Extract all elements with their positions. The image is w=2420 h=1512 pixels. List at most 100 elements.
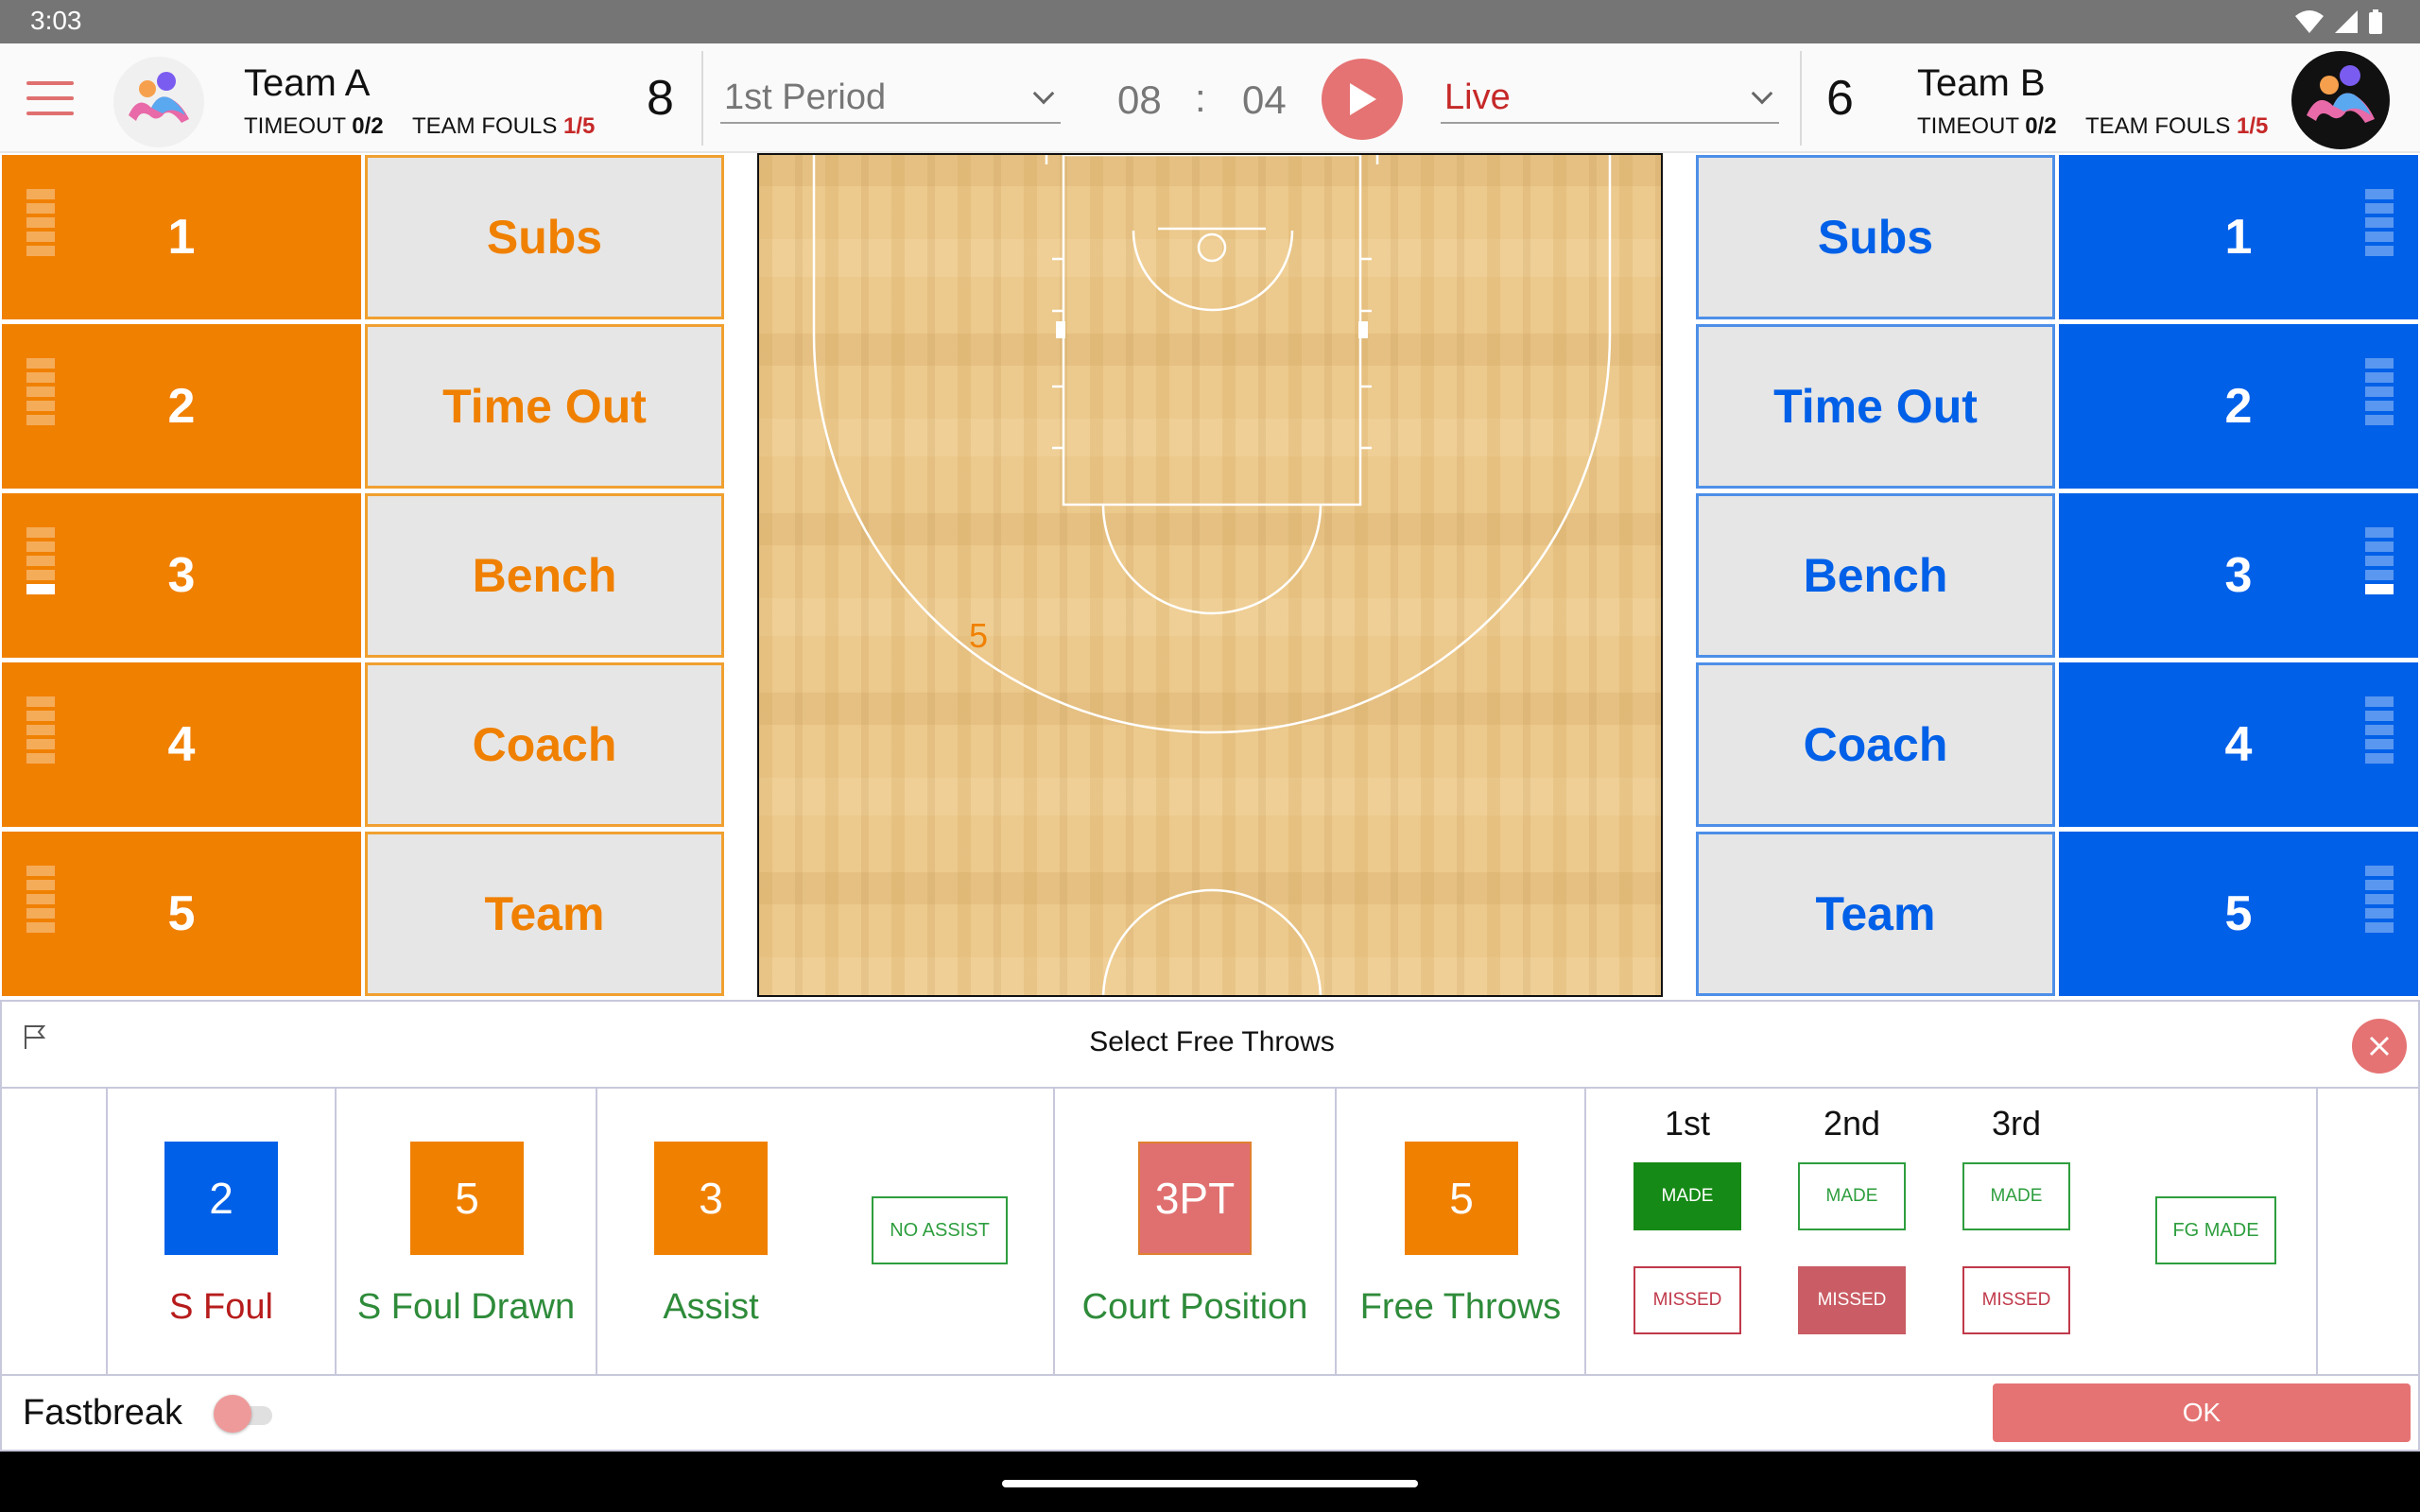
wifi-icon	[2295, 10, 2324, 33]
team-a-player-2[interactable]: 2	[0, 322, 363, 490]
fg-made-button[interactable]: FG MADE	[2155, 1196, 2276, 1264]
team-a-score: 8	[647, 71, 674, 126]
s-foul-drawn-player[interactable]: 5	[410, 1142, 524, 1255]
ft-header-3rd: 3rd	[1991, 1104, 2042, 1143]
scoreboard-header: Team A TIMEOUT 0/2 TEAM FOULS 1/5 8 1st …	[0, 43, 2420, 153]
court-player-marker[interactable]: 5	[969, 616, 988, 656]
foul-indicator	[26, 189, 55, 256]
fouls-label: TEAM FOULS	[2085, 113, 2231, 139]
ft3-made-button[interactable]: MADE	[1962, 1162, 2070, 1230]
team-a-timeout-button[interactable]: Time Out	[365, 324, 724, 489]
team-b-player-4[interactable]: 4	[2057, 661, 2420, 829]
s-foul-drawn-label: S Foul Drawn	[356, 1287, 576, 1327]
team-b-bench-button[interactable]: Bench	[1696, 493, 2055, 658]
s-foul-player[interactable]: 2	[164, 1142, 278, 1255]
divider	[335, 1089, 337, 1374]
s-foul-label: S Foul	[169, 1287, 273, 1327]
ft2-made-button[interactable]: MADE	[1798, 1162, 1906, 1230]
player-number: 4	[2224, 717, 2253, 772]
free-throws-label: Free Throws	[1359, 1287, 1562, 1327]
free-throws-player[interactable]: 5	[1405, 1142, 1518, 1255]
assist-player[interactable]: 3	[654, 1142, 768, 1255]
fouls-value: 1/5	[2237, 113, 2269, 139]
navigation-bar	[0, 1452, 2420, 1512]
status-bar: 3:03	[0, 0, 2420, 43]
clock-minutes[interactable]: 08	[1117, 77, 1162, 123]
team-a-team-button[interactable]: Team	[365, 832, 724, 996]
battery-icon	[2369, 9, 2382, 34]
fastbreak-toggle[interactable]	[214, 1395, 276, 1433]
team-a-name: Team A	[244, 62, 371, 104]
ft3-missed-button[interactable]: MISSED	[1962, 1266, 2070, 1334]
free-throw-panel: Select Free Throws 2 S Foul 5 S Foul Dra…	[0, 1000, 2420, 1452]
ft2-missed-button[interactable]: MISSED	[1798, 1266, 1906, 1334]
ok-button[interactable]: OK	[1993, 1383, 2411, 1442]
divider	[701, 51, 703, 146]
player-number: 4	[167, 717, 196, 772]
court-position-value[interactable]: 3PT	[1138, 1142, 1252, 1255]
play-button[interactable]	[1322, 59, 1403, 140]
ft-header-1st: 1st	[1664, 1104, 1711, 1143]
team-b-logo	[2291, 51, 2390, 149]
clock-seconds[interactable]: 04	[1242, 77, 1287, 123]
team-b-player-1[interactable]: 1	[2057, 153, 2420, 321]
player-number: 3	[167, 548, 196, 603]
period-value: 1st Period	[724, 77, 887, 117]
team-a-fouls: TEAM FOULS 1/5	[412, 113, 595, 140]
timeout-value: 0/2	[352, 113, 384, 139]
menu-icon[interactable]	[26, 81, 74, 115]
ft1-missed-button[interactable]: MISSED	[1634, 1266, 1741, 1334]
player-number: 3	[2224, 548, 2253, 603]
foul-indicator	[26, 696, 55, 764]
clock-separator: :	[1195, 76, 1206, 120]
team-a-timeouts: TIMEOUT 0/2	[244, 113, 384, 140]
mode-value: Live	[1444, 77, 1511, 117]
team-b-player-2[interactable]: 2	[2057, 322, 2420, 490]
foul-indicator	[26, 358, 55, 425]
team-a-player-3[interactable]: 3	[0, 491, 363, 660]
mode-select[interactable]: Live	[1441, 77, 1779, 124]
foul-indicator	[2365, 696, 2394, 764]
player-number: 5	[2224, 886, 2253, 941]
team-a-bench-button[interactable]: Bench	[365, 493, 724, 658]
ft1-made-button[interactable]: MADE	[1634, 1162, 1741, 1230]
team-a-logo	[113, 57, 204, 147]
divider	[1800, 51, 1802, 146]
foul-indicator	[2365, 866, 2394, 933]
team-b-fouls: TEAM FOULS 1/5	[2085, 113, 2268, 140]
chevron-down-icon	[1032, 82, 1055, 104]
foul-indicator	[2365, 358, 2394, 425]
divider	[596, 1089, 597, 1374]
divider	[2316, 1089, 2318, 1374]
team-a-player-5[interactable]: 5	[0, 830, 363, 998]
foul-indicator	[26, 527, 55, 594]
team-a-player-4[interactable]: 4	[0, 661, 363, 829]
timeout-label: TIMEOUT	[1917, 113, 2019, 139]
no-assist-button[interactable]: NO ASSIST	[872, 1196, 1008, 1264]
fouls-label: TEAM FOULS	[412, 113, 558, 139]
close-button[interactable]	[2352, 1019, 2407, 1074]
timeout-value: 0/2	[2025, 113, 2057, 139]
team-b-team-button[interactable]: Team	[1696, 832, 2055, 996]
foul-indicator	[2365, 527, 2394, 594]
chevron-down-icon	[1751, 82, 1773, 104]
team-b-coach-button[interactable]: Coach	[1696, 662, 2055, 827]
team-a-subs-button[interactable]: Subs	[365, 155, 724, 319]
divider	[1584, 1089, 1586, 1374]
divider	[1053, 1089, 1055, 1374]
team-b-timeout-button[interactable]: Time Out	[1696, 324, 2055, 489]
team-b-subs-button[interactable]: Subs	[1696, 155, 2055, 319]
panel-title: Select Free Throws	[1089, 1026, 1335, 1057]
free-throw-slots: 2 S Foul 5 S Foul Drawn 3 Assist NO ASSI…	[2, 1087, 2420, 1376]
period-select[interactable]: 1st Period	[720, 77, 1061, 124]
team-a-coach-button[interactable]: Coach	[365, 662, 724, 827]
team-a-player-1[interactable]: 1	[0, 153, 363, 321]
player-number: 2	[2224, 379, 2253, 434]
home-gesture-handle[interactable]	[1002, 1480, 1418, 1487]
play-icon	[1350, 83, 1376, 115]
divider	[106, 1089, 108, 1374]
team-b-player-5[interactable]: 5	[2057, 830, 2420, 998]
basketball-court[interactable]: 5	[757, 153, 1663, 997]
team-b-player-3[interactable]: 3	[2057, 491, 2420, 660]
timeout-label: TIMEOUT	[244, 113, 346, 139]
